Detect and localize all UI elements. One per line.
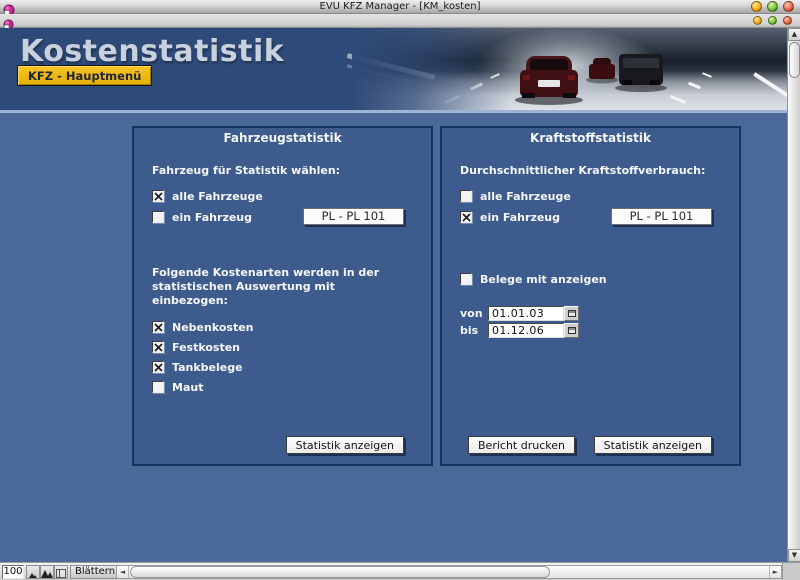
child-maximize-button[interactable] [768, 16, 777, 25]
maximize-button[interactable] [767, 1, 778, 12]
checkbox-label: Festkosten [172, 340, 241, 354]
scroll-down-icon[interactable]: ▼ [788, 549, 800, 562]
calendar-icon [567, 327, 576, 334]
checkbox-maut[interactable] [152, 381, 164, 393]
mode-dropdown-value: Blättern [75, 566, 116, 577]
header-banner: Kostenstatistik KFZ - Hauptmenü [0, 28, 800, 110]
highway-photo [346, 28, 800, 110]
content-area: Fahrzeugstatistik Fahrzeug für Statistik… [0, 113, 800, 562]
date-to-row: bis [460, 323, 579, 338]
checkbox-row: Tankbelege [152, 360, 243, 374]
checkbox-label: ein Fahrzeug [172, 210, 253, 224]
page-title: Kostenstatistik [20, 34, 285, 69]
zoom-out-icon [29, 573, 37, 578]
zoom-out-button[interactable] [26, 565, 40, 579]
check-x-icon [154, 363, 163, 372]
scroll-right-icon[interactable]: ► [769, 566, 781, 578]
checkbox-ein-fahrzeug[interactable] [152, 211, 164, 223]
checkbox-row: Belege mit anzeigen [460, 272, 607, 286]
checkbox-row: alle Fahrzeuge [460, 189, 571, 203]
show-statistics-button-fuel[interactable]: Statistik anzeigen [593, 436, 712, 454]
check-x-icon [154, 323, 163, 332]
checkbox-row: Maut [152, 380, 203, 394]
status-toggle-icon [56, 569, 66, 578]
checkbox-label: Maut [172, 380, 204, 394]
date-from-label: von [460, 307, 483, 320]
checkbox-row: Festkosten [152, 340, 240, 354]
checkbox-label: Belege mit anzeigen [480, 272, 607, 286]
date-to-calendar-button[interactable] [564, 323, 579, 338]
child-minimize-button[interactable] [753, 16, 762, 25]
check-x-icon [154, 192, 163, 201]
checkbox-label: alle Fahrzeuge [172, 189, 263, 203]
checkbox-ein-fahrzeug-fuel[interactable] [460, 211, 472, 223]
check-x-icon [154, 343, 163, 352]
app-window: EVU KFZ Manager - [KM_kosten] Kostenstat… [0, 0, 800, 580]
date-to-label: bis [460, 324, 479, 337]
resize-corner[interactable] [782, 563, 800, 580]
print-report-button[interactable]: Bericht drucken [468, 436, 575, 454]
photo-fade [352, 28, 512, 110]
child-window-bar [0, 14, 800, 30]
date-from-calendar-button[interactable] [564, 306, 579, 321]
horizontal-scrollbar[interactable]: ◄ ► [116, 565, 782, 579]
checkbox-tankbelege[interactable] [152, 361, 164, 373]
checkbox-alle-fahrzeuge[interactable] [152, 190, 164, 202]
window-title: EVU KFZ Manager - [KM_kosten] [319, 1, 481, 12]
checkbox-row: ein Fahrzeug [460, 210, 560, 224]
close-button[interactable] [783, 1, 794, 12]
checkbox-row: alle Fahrzeuge [152, 189, 263, 203]
panel-title: Kraftstoffstatistik [530, 131, 651, 145]
zoom-level[interactable]: 100 [2, 565, 24, 579]
date-from-input[interactable] [488, 306, 564, 321]
window-titlebar: EVU KFZ Manager - [KM_kosten] [0, 0, 800, 16]
check-x-icon [462, 213, 471, 222]
checkbox-label: ein Fahrzeug [480, 210, 561, 224]
vertical-scrollbar[interactable]: ▲ ▼ [787, 28, 800, 562]
fahrzeugstatistik-panel: Fahrzeugstatistik Fahrzeug für Statistik… [132, 126, 433, 466]
vertical-scrollbar-thumb[interactable] [789, 42, 800, 78]
date-to-input[interactable] [488, 323, 564, 338]
consumption-label: Durchschnittlicher Kraftstoffverbrauch: [460, 164, 706, 177]
status-area-toggle-button[interactable] [54, 565, 68, 579]
select-vehicle-label: Fahrzeug für Statistik wählen: [152, 164, 341, 177]
kostenarten-label: Folgende Kostenarten werden in der stati… [152, 266, 380, 307]
horizontal-scrollbar-thumb[interactable] [130, 566, 550, 578]
scroll-up-icon[interactable]: ▲ [788, 28, 800, 41]
checkbox-label: Nebenkosten [172, 320, 254, 334]
checkbox-label: Tankbelege [172, 360, 243, 374]
zoom-in-icon [41, 570, 53, 578]
main-menu-button[interactable]: KFZ - Hauptmenü [17, 65, 153, 86]
vehicle-select[interactable]: PL - PL 101 [303, 208, 404, 225]
minimize-button[interactable] [751, 1, 762, 12]
checkbox-alle-fahrzeuge-fuel[interactable] [460, 190, 472, 202]
zoom-in-button[interactable] [40, 565, 54, 579]
status-bar: 100 Blättern ▼ ◄ ► [0, 562, 800, 580]
document-icon[interactable] [3, 15, 15, 30]
kraftstoffstatistik-panel: Kraftstoffstatistik Durchschnittlicher K… [440, 126, 741, 466]
vehicle-select-fuel[interactable]: PL - PL 101 [611, 208, 712, 225]
child-close-button[interactable] [783, 16, 792, 25]
window-controls [751, 1, 794, 12]
child-window-controls [753, 16, 792, 25]
date-from-row: von [460, 306, 579, 321]
checkbox-belege-anzeigen[interactable] [460, 273, 472, 285]
checkbox-festkosten[interactable] [152, 341, 164, 353]
panel-title: Fahrzeugstatistik [223, 131, 342, 145]
scroll-left-icon[interactable]: ◄ [117, 566, 129, 578]
checkbox-row: Nebenkosten [152, 320, 254, 334]
checkbox-nebenkosten[interactable] [152, 321, 164, 333]
checkbox-label: alle Fahrzeuge [480, 189, 571, 203]
show-statistics-button[interactable]: Statistik anzeigen [285, 436, 404, 454]
calendar-icon [567, 310, 576, 317]
checkbox-row: ein Fahrzeug [152, 210, 252, 224]
